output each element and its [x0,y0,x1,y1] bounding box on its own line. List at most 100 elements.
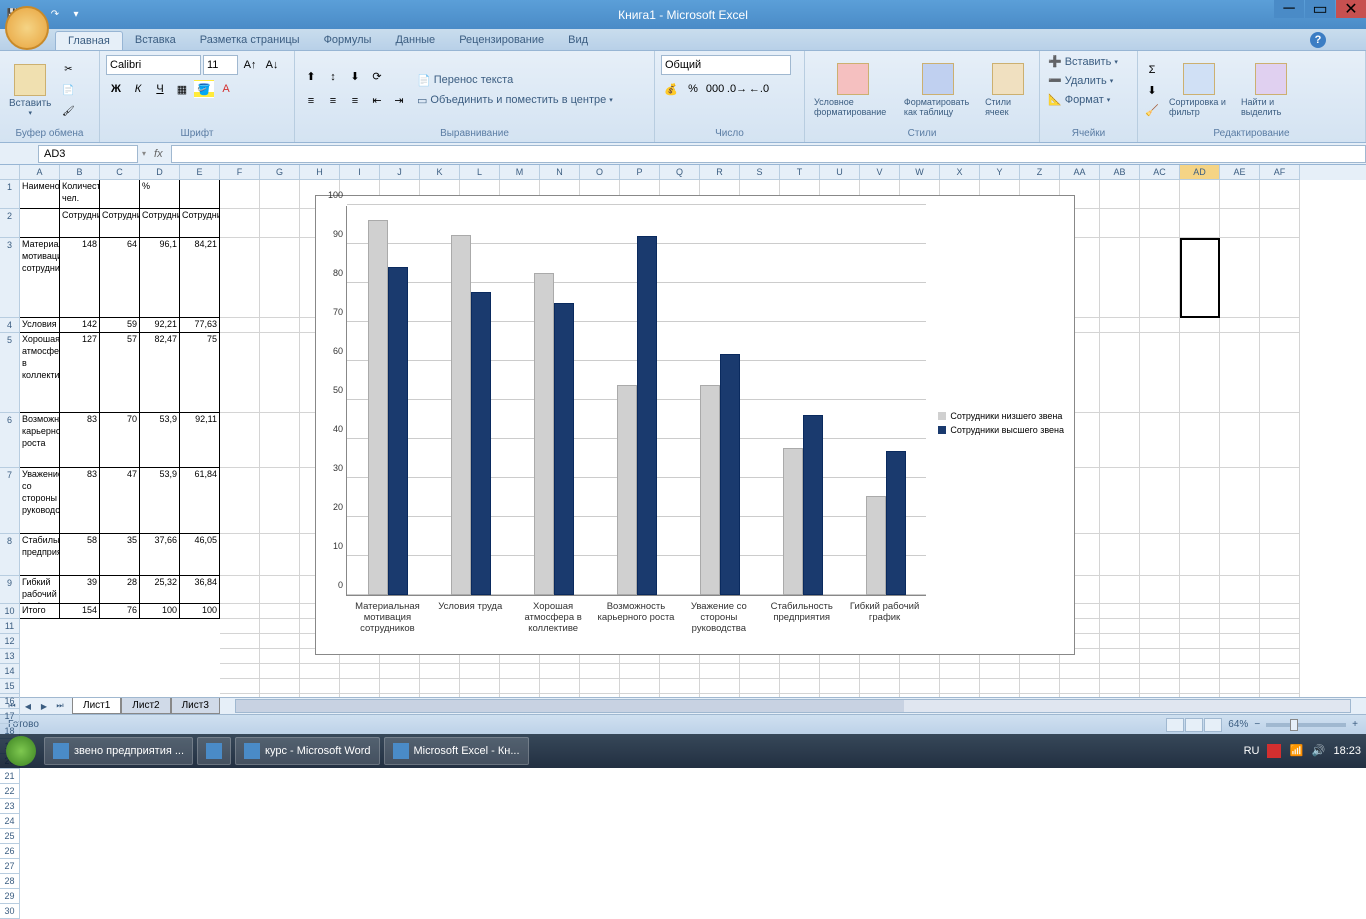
cell-E9[interactable]: 36,84 [180,576,220,604]
select-all-corner[interactable] [0,165,20,180]
row-header-13[interactable]: 13 [0,649,20,664]
row-header-28[interactable]: 28 [0,874,20,889]
row-header-12[interactable]: 12 [0,634,20,649]
cell-C9[interactable]: 28 [100,576,140,604]
row-header-15[interactable]: 15 [0,679,20,694]
cell-C8[interactable]: 35 [100,534,140,576]
row-header-2[interactable]: 2 [0,209,20,238]
cell-C10[interactable]: 76 [100,604,140,619]
row-header-21[interactable]: 21 [0,769,20,784]
zoom-in-icon[interactable]: + [1352,719,1358,730]
col-header-K[interactable]: K [420,165,460,180]
zoom-slider[interactable] [1266,723,1346,727]
col-header-P[interactable]: P [620,165,660,180]
col-header-I[interactable]: I [340,165,380,180]
cell-C6[interactable]: 70 [100,413,140,468]
col-header-AC[interactable]: AC [1140,165,1180,180]
cell-E10[interactable]: 100 [180,604,220,619]
col-header-R[interactable]: R [700,165,740,180]
selected-cell[interactable] [1180,238,1220,318]
align-right-icon[interactable]: ≡ [345,92,365,110]
cell-D9[interactable]: 25,32 [140,576,180,604]
sheet-next-icon[interactable]: ▶ [37,699,51,713]
cell-B1[interactable]: Количество чел. [60,180,100,209]
tab-4[interactable]: Данные [383,31,447,50]
insert-cells-button[interactable]: ➕Вставить▾ [1044,53,1133,70]
cell-D8[interactable]: 37,66 [140,534,180,576]
row-header-25[interactable]: 25 [0,829,20,844]
align-left-icon[interactable]: ≡ [301,92,321,110]
number-format-combo[interactable]: Общий [661,55,791,75]
cell-E1[interactable] [180,180,220,209]
cell-C3[interactable]: 64 [100,238,140,318]
col-header-N[interactable]: N [540,165,580,180]
tab-6[interactable]: Вид [556,31,600,50]
embedded-chart[interactable]: 0102030405060708090100 Сотрудники низшег… [315,195,1075,655]
col-header-F[interactable]: F [220,165,260,180]
sheet-prev-icon[interactable]: ◀ [21,699,35,713]
align-bottom-icon[interactable]: ⬇ [345,68,365,86]
tray-volume-icon[interactable]: 🔊 [1311,744,1325,758]
cell-D2[interactable]: Сотрудники [140,209,180,238]
tray-clock[interactable]: 18:23 [1333,745,1361,757]
col-header-V[interactable]: V [860,165,900,180]
font-name-combo[interactable]: Calibri [106,55,201,75]
grow-font-icon[interactable]: A↑ [240,56,260,74]
row-header-6[interactable]: 6 [0,413,20,468]
percent-icon[interactable]: % [683,80,703,98]
cell-D5[interactable]: 82,47 [140,333,180,413]
cell-E8[interactable]: 46,05 [180,534,220,576]
cell-A1[interactable]: Наименование [20,180,60,209]
cell-B5[interactable]: 127 [60,333,100,413]
wrap-text-button[interactable]: 📄Перенос текста [413,72,617,89]
cell-D7[interactable]: 53,9 [140,468,180,534]
sheet-tab-2[interactable]: Лист3 [171,698,220,714]
indent-inc-icon[interactable]: ⇥ [389,92,409,110]
align-top-icon[interactable]: ⬆ [301,68,321,86]
tray-flag-icon[interactable] [1267,744,1281,758]
cell-E4[interactable]: 77,63 [180,318,220,333]
tab-1[interactable]: Вставка [123,31,188,50]
row-header-7[interactable]: 7 [0,468,20,534]
start-button[interactable] [0,734,42,768]
cell-B2[interactable]: Сотрудники [60,209,100,238]
col-header-S[interactable]: S [740,165,780,180]
cell-D10[interactable]: 100 [140,604,180,619]
col-header-J[interactable]: J [380,165,420,180]
cell-C7[interactable]: 47 [100,468,140,534]
cell-A10[interactable]: Итого респонд [20,604,60,619]
cell-D4[interactable]: 92,21 [140,318,180,333]
formula-input[interactable] [171,145,1366,163]
accounting-icon[interactable]: 💰 [661,80,681,98]
merge-center-button[interactable]: ▭Объединить и поместить в центре▾ [413,92,617,109]
col-header-O[interactable]: O [580,165,620,180]
col-header-T[interactable]: T [780,165,820,180]
col-header-AB[interactable]: AB [1100,165,1140,180]
fill-color-icon[interactable]: 🪣 [194,80,214,98]
cell-A2[interactable] [20,209,60,238]
cell-C1[interactable] [100,180,140,209]
row-header-3[interactable]: 3 [0,238,20,318]
col-header-AA[interactable]: AA [1060,165,1100,180]
col-header-A[interactable]: A [20,165,60,180]
align-middle-icon[interactable]: ↕ [323,68,343,86]
dec-decimal-icon[interactable]: ←.0 [749,80,769,98]
cell-D3[interactable]: 96,1 [140,238,180,318]
fx-icon[interactable]: fx [146,148,171,160]
qat-more-icon[interactable]: ▾ [67,6,85,24]
format-table-button[interactable]: Форматировать как таблицу [899,61,978,119]
worksheet[interactable]: ABCDEFGHIJKLMNOPQRSTUVWXYZAAABACADAEAF Н… [20,165,1366,697]
row-header-30[interactable]: 30 [0,904,20,919]
cut-icon[interactable]: ✂ [58,59,78,79]
cell-A7[interactable]: Уважение со стороны руководства [20,468,60,534]
tab-3[interactable]: Формулы [312,31,384,50]
col-header-M[interactable]: M [500,165,540,180]
normal-view-button[interactable] [1166,718,1184,732]
taskbar-item-1[interactable] [197,737,231,765]
sheet-tab-0[interactable]: Лист1 [72,698,121,714]
minimize-button[interactable]: ─ [1274,0,1304,18]
cell-A4[interactable]: Условия труда [20,318,60,333]
indent-dec-icon[interactable]: ⇤ [367,92,387,110]
close-button[interactable]: ✕ [1336,0,1366,18]
conditional-format-button[interactable]: Условное форматирование [809,61,897,119]
